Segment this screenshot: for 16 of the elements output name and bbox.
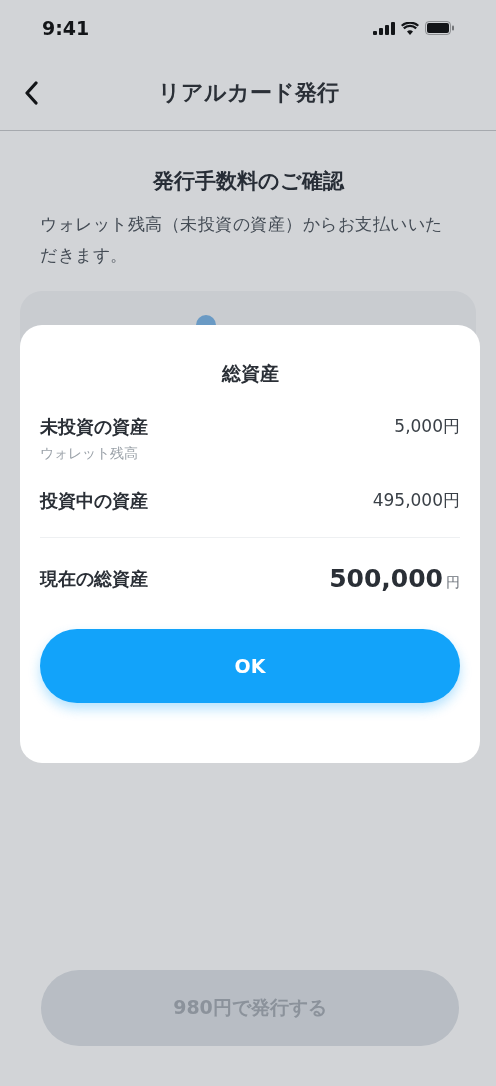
total-amount: 500,000 <box>329 564 443 593</box>
page-title: リアルカード発行 <box>157 79 339 107</box>
dialog-title: 総資産 <box>220 361 280 386</box>
asset-value: 495,000円 <box>372 489 460 512</box>
description-text: ウォレット残高（未投資の資産）からお支払いいただきます。 <box>40 213 444 267</box>
ok-button[interactable]: OK <box>40 629 460 703</box>
status-time: 9:41 <box>42 17 90 39</box>
section-heading: 発行手数料のご確認 <box>151 168 346 195</box>
asset-label: 投資中の資産 <box>40 489 148 513</box>
currency-unit: 円 <box>446 574 460 592</box>
asset-label: 未投資の資産 <box>40 415 148 439</box>
wifi-icon <box>401 21 419 35</box>
asset-value: 5,000円 <box>394 415 460 438</box>
total-label: 現在の総資産 <box>40 566 148 591</box>
asset-sublabel: ウォレット残高 <box>40 445 139 463</box>
signal-icon <box>373 21 395 35</box>
